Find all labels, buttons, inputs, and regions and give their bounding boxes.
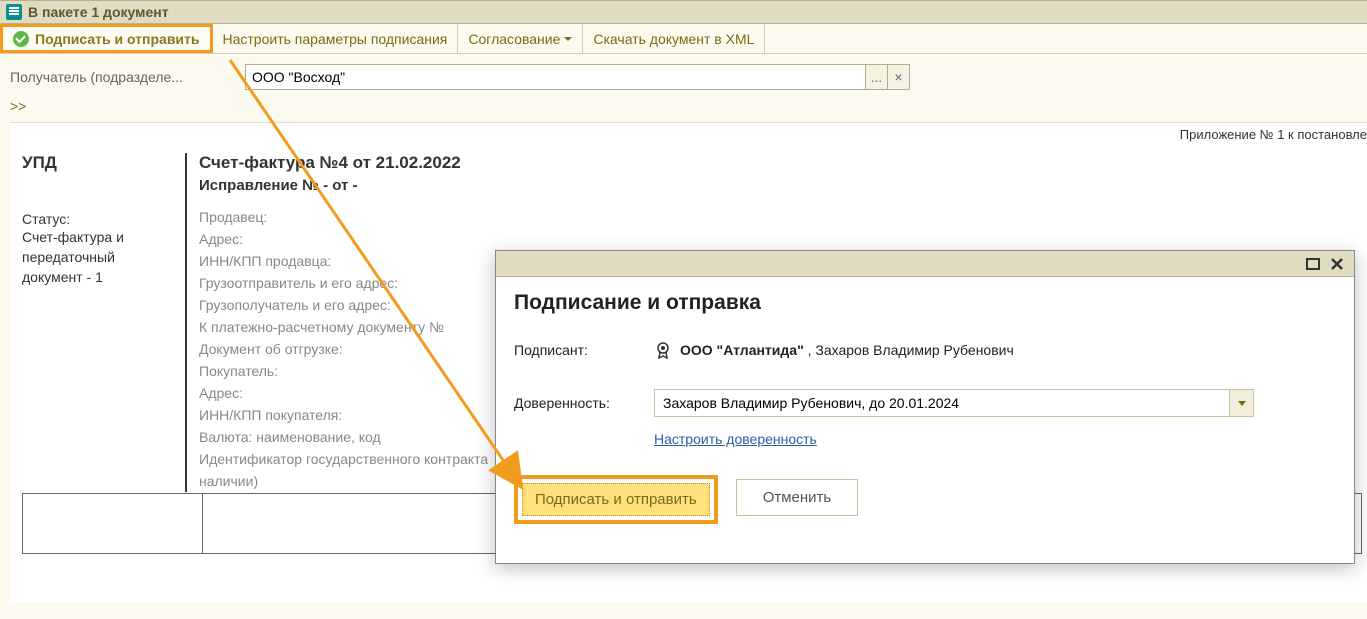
chevron-down-icon[interactable] <box>1229 390 1253 416</box>
download-xml-label: Скачать документ в XML <box>593 31 754 47</box>
breadcrumb[interactable]: >> <box>0 96 1367 122</box>
toolbar: Подписать и отправить Настроить параметр… <box>0 24 1367 54</box>
sign-send-button[interactable]: Подписать и отправить <box>0 24 213 53</box>
config-sign-button[interactable]: Настроить параметры подписания <box>213 24 459 53</box>
poa-select[interactable] <box>654 389 1254 417</box>
window-titlebar: В пакете 1 документ <box>0 0 1367 24</box>
close-button[interactable] <box>1326 255 1348 273</box>
title: В пакете 1 документ <box>28 4 169 20</box>
status-label: Статус: <box>22 211 177 227</box>
signer-value: ООО "Атлантида" , Захаров Владимир Рубен… <box>680 342 1014 358</box>
field-seller: Продавец: <box>199 206 1367 228</box>
recipient-input[interactable] <box>246 65 865 89</box>
signer-org: ООО "Атлантида" <box>680 342 804 358</box>
doc-icon <box>502 256 518 272</box>
modal-title: Подписание и отправка <box>514 291 1336 315</box>
field-address1: Адрес: <box>199 228 1367 250</box>
configure-poa-link[interactable]: Настроить доверенность <box>654 431 817 447</box>
poa-input[interactable] <box>655 390 1229 416</box>
invoice-title: Счет-фактура №4 от 21.02.2022 <box>199 153 1367 173</box>
chevron-down-icon <box>564 37 572 41</box>
doc-icon <box>6 4 22 20</box>
sign-send-button[interactable]: Подписать и отправить <box>522 483 710 516</box>
poa-label: Доверенность: <box>514 395 654 411</box>
sign-send-label: Подписать и отправить <box>35 31 200 47</box>
signer-person: , Захаров Владимир Рубенович <box>804 342 1014 358</box>
approval-dropdown[interactable]: Согласование <box>458 24 583 53</box>
maximize-button[interactable] <box>1302 255 1324 273</box>
config-sign-label: Настроить параметры подписания <box>223 31 448 47</box>
status-value: Счет-фактура и передаточный документ - 1 <box>22 227 177 287</box>
correction-line: Исправление № - от - <box>199 177 1367 194</box>
maximize-icon <box>1306 258 1320 270</box>
sign-modal: Подписание и отправка Подписант: ООО "Ат… <box>495 250 1355 564</box>
recipient-row: Получатель (подразделе... ... × <box>0 54 1367 96</box>
approval-label: Согласование <box>468 31 560 47</box>
recipient-label: Получатель (подразделе... <box>10 69 245 85</box>
close-icon <box>1330 257 1344 271</box>
download-xml-button[interactable]: Скачать документ в XML <box>583 24 765 53</box>
annex-text: Приложение № 1 к постановле <box>1180 127 1367 142</box>
upd-label: УПД <box>22 153 177 173</box>
recipient-input-wrap: ... × <box>245 64 910 90</box>
cancel-button[interactable]: Отменить <box>736 479 859 516</box>
sign-send-highlight: Подписать и отправить <box>514 475 718 524</box>
checkmark-icon <box>13 31 29 47</box>
signer-label: Подписант: <box>514 342 654 358</box>
recipient-clear-button[interactable]: × <box>887 65 909 89</box>
ribbon-icon <box>654 341 672 359</box>
recipient-lookup-button[interactable]: ... <box>865 65 887 89</box>
